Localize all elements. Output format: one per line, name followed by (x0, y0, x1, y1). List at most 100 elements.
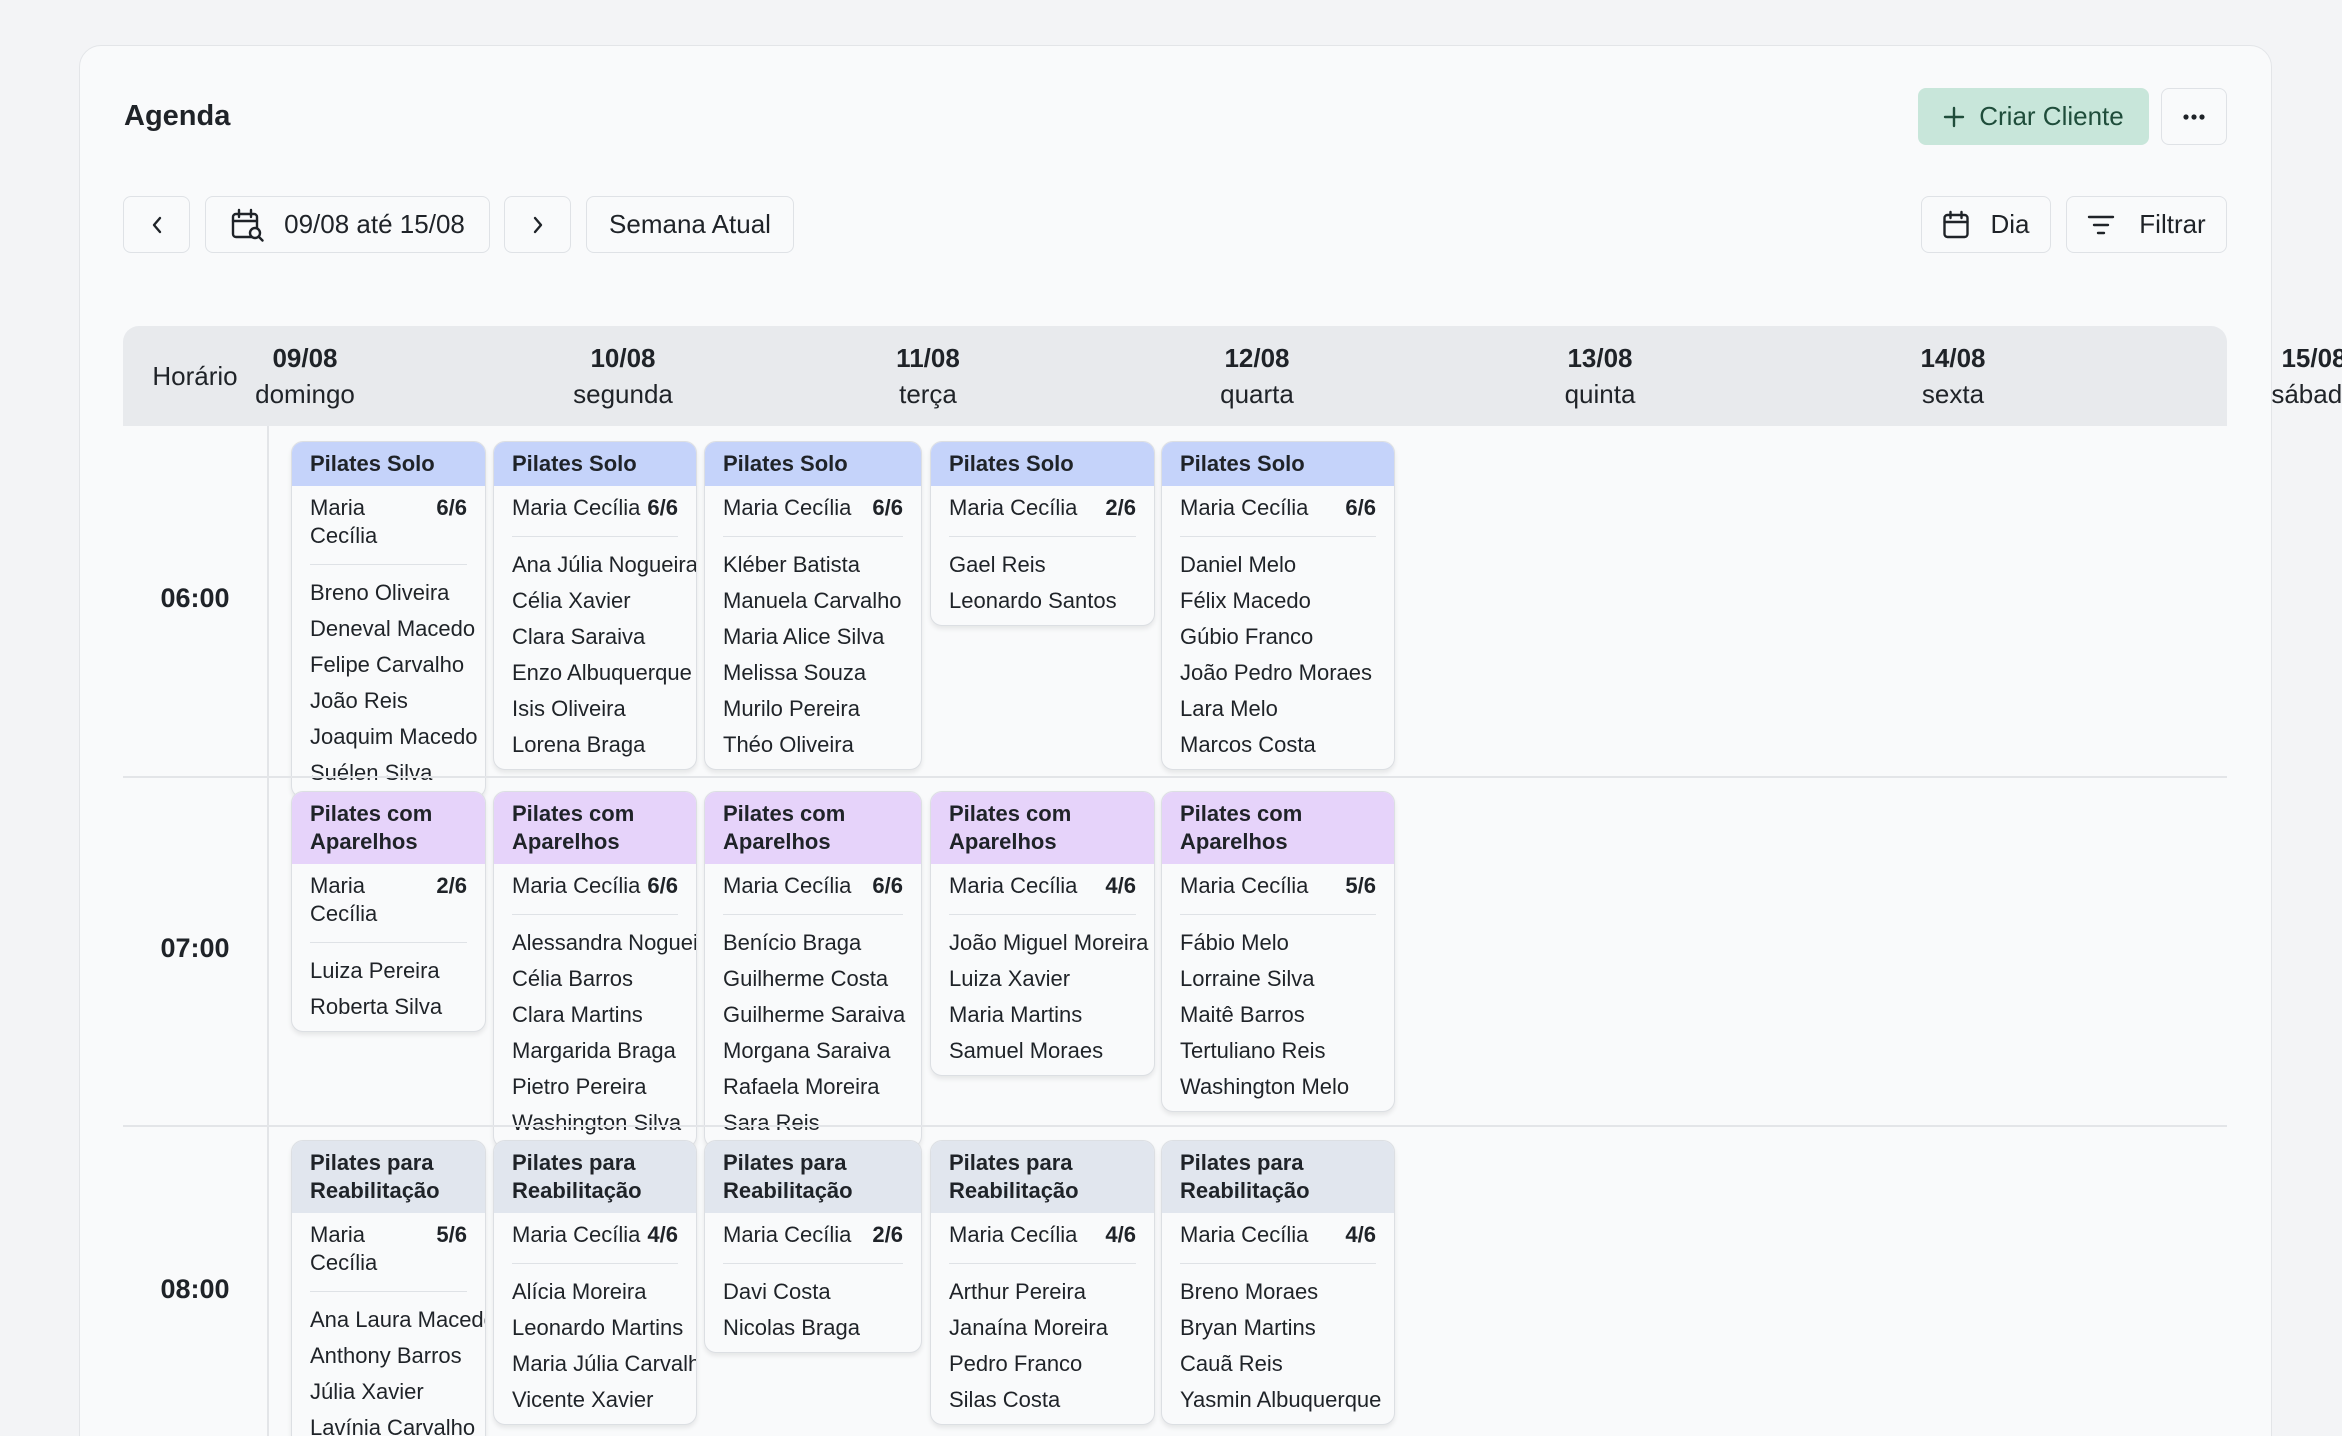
student-item[interactable]: Lorraine Silva (1180, 961, 1376, 997)
student-item[interactable]: Fábio Melo (1180, 925, 1376, 961)
class-title: Pilates Solo (292, 442, 485, 486)
student-item[interactable]: Luiza Xavier (949, 961, 1136, 997)
student-item[interactable]: Maria Martins (949, 997, 1136, 1033)
student-item[interactable]: Marcos Costa (1180, 727, 1376, 763)
student-item[interactable]: Enzo Albuquerque (512, 655, 692, 691)
class-card[interactable]: Pilates Solo Maria Cecília 6/6 Ana Júlia No… (493, 441, 697, 770)
student-item[interactable]: Vicente Xavier (512, 1382, 678, 1418)
student-item[interactable]: Félix Macedo (1180, 583, 1376, 619)
class-card[interactable]: Pilates para Reabilitação Maria Cecília 5/… (291, 1140, 486, 1436)
student-item[interactable]: Clara Saraiva (512, 619, 678, 655)
student-list: João Miguel Moreira Luiza Xavier Maria Mar… (931, 915, 1154, 1075)
class-instructor-row: Maria Cecília 6/6 (1180, 486, 1376, 537)
more-options-button[interactable] (2161, 88, 2227, 145)
date-range-picker[interactable]: 09/08 até 15/08 (205, 196, 490, 253)
class-card[interactable]: Pilates com Aparelhos Maria Cecília 6/6 Ale… (493, 791, 697, 1148)
class-card[interactable]: Pilates com Aparelhos Maria Cecília 5/6 Fáb… (1161, 791, 1395, 1112)
student-item[interactable]: Lara Melo (1180, 691, 1376, 727)
student-item[interactable]: Pedro Franco (949, 1346, 1136, 1382)
student-item[interactable]: Morgana Saraiva (723, 1033, 903, 1069)
class-card[interactable]: Pilates para Reabilitação Maria Cecília 2/… (704, 1140, 922, 1353)
class-card[interactable]: Pilates com Aparelhos Maria Cecília 4/6 Joã… (930, 791, 1155, 1076)
class-card[interactable]: Pilates Solo Maria Cecília 6/6 Kléber Batis… (704, 441, 922, 770)
student-item[interactable]: João Pedro Moraes (1180, 655, 1376, 691)
student-item[interactable]: Tertuliano Reis (1180, 1033, 1376, 1069)
capacity-count: 5/6 (436, 1222, 467, 1247)
capacity-count: 5/6 (1345, 873, 1376, 898)
class-card[interactable]: Pilates para Reabilitação Maria Cecília 4/… (493, 1140, 697, 1425)
student-item[interactable]: Rafaela Moreira (723, 1069, 903, 1105)
student-item[interactable]: Breno Oliveira (310, 575, 467, 611)
student-item[interactable]: Washington Melo (1180, 1069, 1376, 1105)
class-card[interactable]: Pilates Solo Maria Cecília 2/6 Gael Reis Leo… (930, 441, 1155, 626)
student-list: Ana Laura Macedo Anthony Barros Júlia Xavi… (292, 1292, 485, 1436)
class-card[interactable]: Pilates para Reabilitação Maria Cecília 4/… (930, 1140, 1155, 1425)
class-card[interactable]: Pilates Solo Maria Cecília 6/6 Breno Olivei… (291, 441, 486, 798)
student-item[interactable]: Clara Martins (512, 997, 678, 1033)
student-item[interactable]: Felipe Carvalho (310, 647, 467, 683)
student-item[interactable]: Washington Silva (512, 1105, 681, 1141)
student-item[interactable]: Célia Barros (512, 961, 678, 997)
student-item[interactable]: Deneval Macedo (310, 611, 475, 647)
student-item[interactable]: Maria Júlia Carvalho (512, 1346, 696, 1382)
student-item[interactable]: Célia Xavier (512, 583, 678, 619)
class-card[interactable]: Pilates Solo Maria Cecília 6/6 Daniel Melo F… (1161, 441, 1395, 770)
student-item[interactable]: Roberta Silva (310, 989, 467, 1025)
capacity-count: 4/6 (647, 1222, 678, 1247)
student-item[interactable]: Davi Costa (723, 1274, 903, 1310)
previous-week-button[interactable] (123, 196, 190, 253)
student-item[interactable]: Gúbio Franco (1180, 619, 1376, 655)
student-item[interactable]: Gael Reis (949, 547, 1136, 583)
student-item[interactable]: Théo Oliveira (723, 727, 903, 763)
student-item[interactable]: Pietro Pereira (512, 1069, 678, 1105)
student-item[interactable]: Anthony Barros (310, 1338, 467, 1374)
student-item[interactable]: Maria Alice Silva (723, 619, 903, 655)
student-list: Alícia Moreira Leonardo Martins Maria Júli… (494, 1264, 696, 1424)
student-item[interactable]: Alessandra Nogueira (512, 925, 696, 961)
student-item[interactable]: Breno Moraes (1180, 1274, 1376, 1310)
student-item[interactable]: Melissa Souza (723, 655, 903, 691)
student-item[interactable]: Bryan Martins (1180, 1310, 1376, 1346)
student-item[interactable]: Sara Reis (723, 1105, 903, 1141)
student-item[interactable]: Isis Oliveira (512, 691, 678, 727)
student-item[interactable]: João Miguel Moreira (949, 925, 1148, 961)
create-client-button[interactable]: Criar Cliente (1918, 88, 2149, 145)
class-card[interactable]: Pilates com Aparelhos Maria Cecília 2/6 Lui… (291, 791, 486, 1032)
student-item[interactable]: Murilo Pereira (723, 691, 903, 727)
student-item[interactable]: Lorena Braga (512, 727, 678, 763)
student-item[interactable]: Maitê Barros (1180, 997, 1376, 1033)
student-item[interactable]: Joaquim Macedo (310, 719, 478, 755)
student-item[interactable]: Janaína Moreira (949, 1310, 1136, 1346)
student-item[interactable]: Samuel Moraes (949, 1033, 1136, 1069)
student-item[interactable]: Leonardo Martins (512, 1310, 683, 1346)
student-item[interactable]: Suélen Silva (310, 755, 467, 791)
student-item[interactable]: Lavínia Carvalho (310, 1410, 475, 1436)
student-item[interactable]: Silas Costa (949, 1382, 1136, 1418)
filter-label: Filtrar (2139, 209, 2206, 239)
student-item[interactable]: Júlia Xavier (310, 1374, 467, 1410)
student-item[interactable]: Nicolas Braga (723, 1310, 903, 1346)
student-item[interactable]: Manuela Carvalho (723, 583, 903, 619)
student-item[interactable]: João Reis (310, 683, 467, 719)
student-item[interactable]: Benício Braga (723, 925, 903, 961)
student-item[interactable]: Kléber Batista (723, 547, 903, 583)
student-item[interactable]: Ana Laura Macedo (310, 1302, 485, 1338)
class-card[interactable]: Pilates com Aparelhos Maria Cecília 6/6 Ben… (704, 791, 922, 1148)
student-item[interactable]: Cauã Reis (1180, 1346, 1376, 1382)
student-item[interactable]: Ana Júlia Nogueira (512, 547, 696, 583)
instructor-name: Maria Cecília (723, 873, 852, 898)
current-week-button[interactable]: Semana Atual (586, 196, 794, 253)
student-item[interactable]: Alícia Moreira (512, 1274, 678, 1310)
student-item[interactable]: Leonardo Santos (949, 583, 1136, 619)
student-item[interactable]: Guilherme Costa (723, 961, 903, 997)
student-item[interactable]: Margarida Braga (512, 1033, 678, 1069)
student-item[interactable]: Guilherme Saraiva (723, 997, 905, 1033)
next-week-button[interactable] (504, 196, 571, 253)
student-item[interactable]: Daniel Melo (1180, 547, 1376, 583)
student-item[interactable]: Yasmin Albuquerque (1180, 1382, 1381, 1418)
class-card[interactable]: Pilates para Reabilitação Maria Cecília 4/… (1161, 1140, 1395, 1425)
view-mode-button[interactable]: Dia (1921, 196, 2051, 253)
filter-button[interactable]: Filtrar (2066, 196, 2227, 253)
student-item[interactable]: Luiza Pereira (310, 953, 467, 989)
student-item[interactable]: Arthur Pereira (949, 1274, 1136, 1310)
